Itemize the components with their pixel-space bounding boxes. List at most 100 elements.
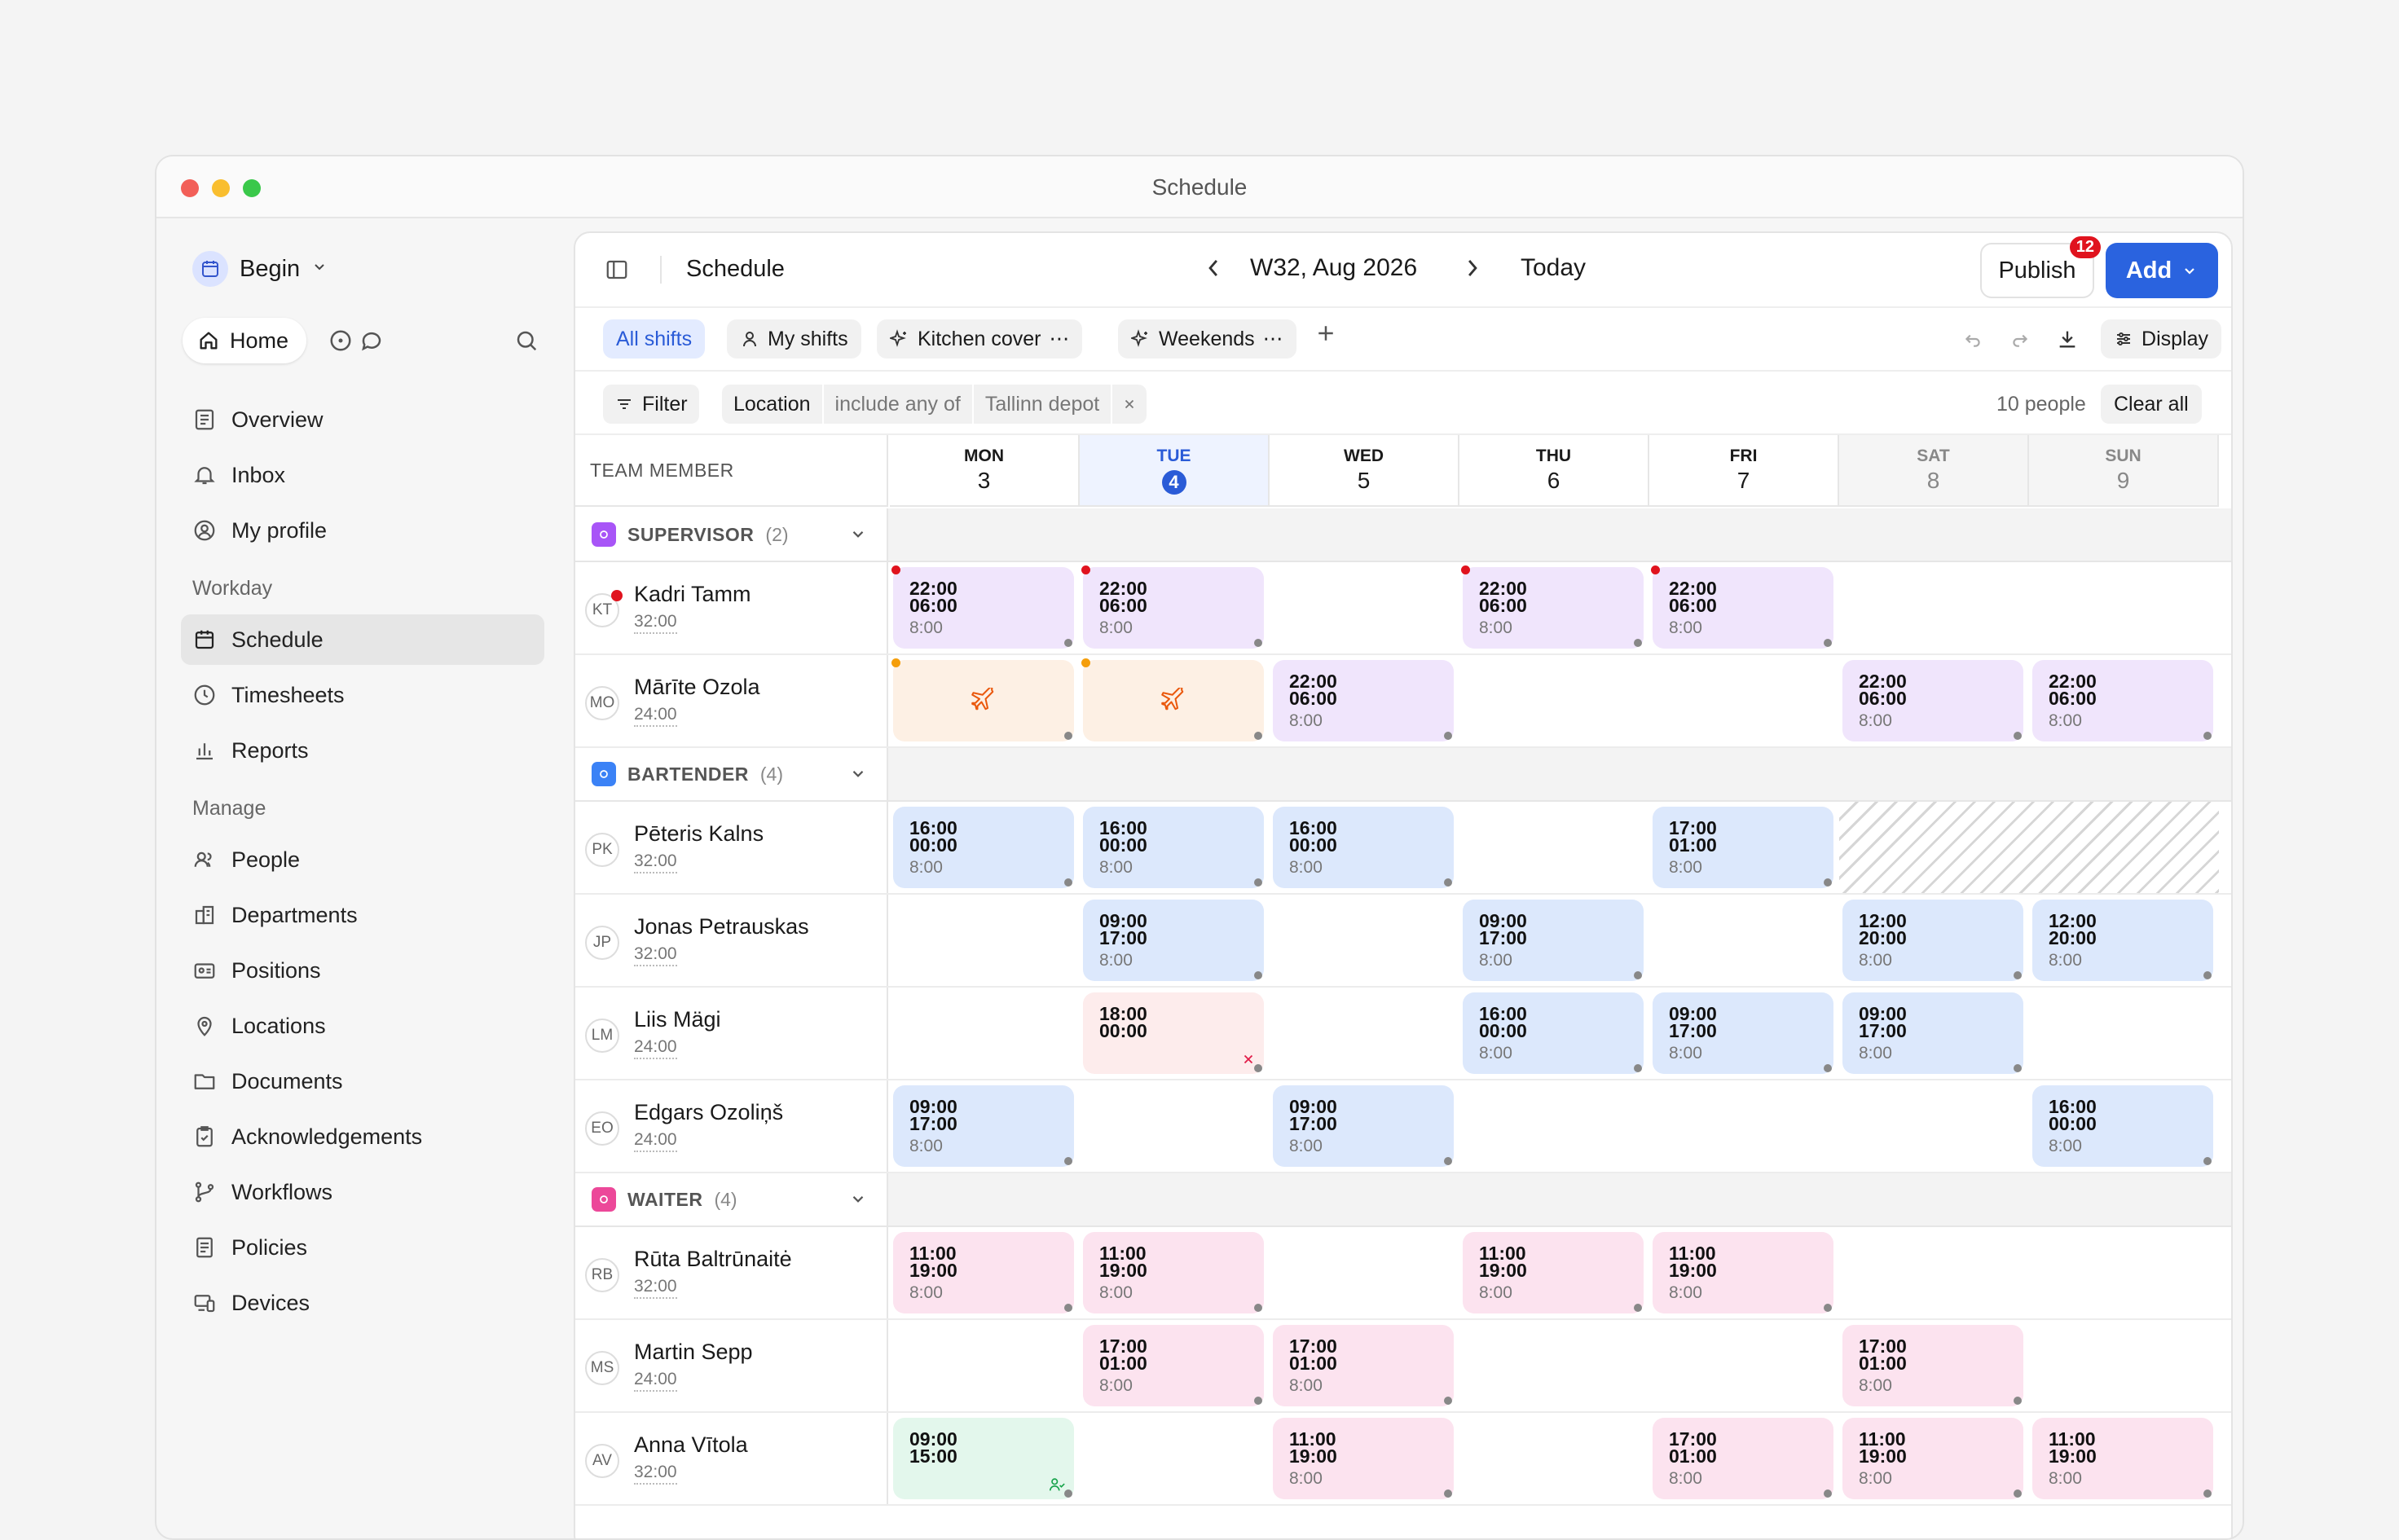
shift-block[interactable]: 22:00 06:00 8:00 — [2032, 660, 2213, 741]
tab-all-shifts[interactable]: All shifts — [603, 319, 706, 359]
resize-handle[interactable] — [2203, 1157, 2212, 1165]
shift-block[interactable]: 17:00 01:00 8:00 — [1273, 1325, 1454, 1406]
nav-inbox[interactable]: Inbox — [181, 450, 544, 500]
resize-handle[interactable] — [1064, 1489, 1072, 1498]
shift-block[interactable]: 12:00 20:00 8:00 — [2032, 900, 2213, 981]
resize-handle[interactable] — [2203, 1489, 2212, 1498]
shift-block[interactable]: 09:00 17:00 8:00 — [1083, 900, 1264, 981]
shift-block[interactable]: 09:00 17:00 8:00 — [893, 1085, 1074, 1167]
resize-handle[interactable] — [1064, 1304, 1072, 1312]
resize-handle[interactable] — [2014, 1397, 2022, 1405]
resize-handle[interactable] — [1634, 1064, 1642, 1072]
add-button[interactable]: Add — [2106, 243, 2218, 298]
team-member-cell[interactable]: MO Mārīte Ozola 24:00 — [575, 655, 888, 746]
nav-locations[interactable]: Locations — [181, 1001, 544, 1051]
home-button[interactable]: Home — [183, 318, 307, 363]
shift-block[interactable]: 17:00 01:00 8:00 — [1653, 1418, 1833, 1499]
chat-icon[interactable] — [359, 328, 385, 354]
redo-icon[interactable] — [2006, 319, 2034, 359]
more-icon[interactable]: ⋯ — [1049, 327, 1069, 351]
activity-icon[interactable] — [328, 328, 354, 354]
display-button[interactable]: Display — [2101, 319, 2221, 359]
shift-block[interactable]: 22:00 06:00 8:00 — [1081, 565, 1264, 649]
resize-handle[interactable] — [1254, 971, 1262, 979]
nav-positions[interactable]: Positions — [181, 945, 544, 996]
resize-handle[interactable] — [1444, 1489, 1452, 1498]
group-header[interactable]: BARTENDER (4) — [575, 748, 888, 800]
shift-block[interactable]: 09:00 17:00 8:00 — [1842, 992, 2023, 1074]
nav-documents[interactable]: Documents — [181, 1056, 544, 1107]
resize-handle[interactable] — [2014, 1064, 2022, 1072]
shift-block[interactable]: 09:00 17:00 8:00 — [1463, 900, 1644, 981]
day-header-tue[interactable]: TUE 4 — [1080, 435, 1270, 507]
shift-block[interactable]: 17:00 01:00 8:00 — [1083, 1325, 1264, 1406]
shift-block[interactable]: 18:00 00:00 — [1083, 992, 1264, 1074]
leave-block[interactable] — [1081, 658, 1264, 741]
day-header-thu[interactable]: THU 6 — [1459, 435, 1649, 507]
resize-handle[interactable] — [1254, 878, 1262, 887]
week-label[interactable]: W32, Aug 2026 — [1250, 254, 1417, 282]
resize-handle[interactable] — [2203, 732, 2212, 740]
shift-block[interactable]: 22:00 06:00 8:00 — [891, 565, 1074, 649]
previous-week-button[interactable] — [1203, 254, 1224, 288]
shift-block[interactable]: 16:00 00:00 8:00 — [2032, 1085, 2213, 1167]
day-header-fri[interactable]: FRI 7 — [1649, 435, 1839, 507]
resize-handle[interactable] — [1444, 1157, 1452, 1165]
next-week-button[interactable] — [1462, 254, 1483, 288]
shift-block[interactable]: 11:00 19:00 8:00 — [2032, 1418, 2213, 1499]
shift-block[interactable]: 12:00 20:00 8:00 — [1842, 900, 2023, 981]
shift-block[interactable]: 09:00 17:00 8:00 — [1653, 992, 1833, 1074]
nav-workflows[interactable]: Workflows — [181, 1167, 544, 1217]
resize-handle[interactable] — [1254, 1064, 1262, 1072]
tab-kitchen-cover[interactable]: Kitchen cover ⋯ — [877, 319, 1083, 359]
nav-reports[interactable]: Reports — [181, 725, 544, 776]
group-header[interactable]: WAITER (4) — [575, 1173, 888, 1225]
shift-block[interactable]: 16:00 00:00 8:00 — [1463, 992, 1644, 1074]
team-member-cell[interactable]: LM Liis Mägi 24:00 — [575, 988, 888, 1079]
resize-handle[interactable] — [1254, 639, 1262, 647]
shift-block[interactable]: 09:00 15:00 — [893, 1418, 1074, 1499]
resize-handle[interactable] — [1254, 732, 1262, 740]
day-header-mon[interactable]: MON 3 — [890, 435, 1080, 507]
nav-my-profile[interactable]: My profile — [181, 505, 544, 556]
nav-overview[interactable]: Overview — [181, 394, 544, 445]
shift-block[interactable]: 16:00 00:00 8:00 — [1083, 807, 1264, 888]
shift-block[interactable]: 09:00 17:00 8:00 — [1273, 1085, 1454, 1167]
publish-button[interactable]: Publish 12 — [1980, 236, 2101, 298]
shift-block[interactable]: 11:00 19:00 8:00 — [1083, 1232, 1264, 1313]
undo-icon[interactable] — [1959, 319, 1987, 359]
day-header-wed[interactable]: WED 5 — [1270, 435, 1459, 507]
resize-handle[interactable] — [2203, 971, 2212, 979]
shift-block[interactable]: 11:00 19:00 8:00 — [1653, 1232, 1833, 1313]
team-member-cell[interactable]: PK Pēteris Kalns 32:00 — [575, 802, 888, 893]
tab-my-shifts[interactable]: My shifts — [727, 319, 861, 359]
resize-handle[interactable] — [1824, 639, 1832, 647]
resize-handle[interactable] — [1444, 878, 1452, 887]
resize-handle[interactable] — [1444, 732, 1452, 740]
filter-field[interactable]: Location — [722, 385, 824, 424]
nav-timesheets[interactable]: Timesheets — [181, 670, 544, 720]
leave-block[interactable] — [891, 658, 1074, 741]
shift-block[interactable]: 22:00 06:00 8:00 — [1461, 565, 1644, 649]
tab-weekends[interactable]: Weekends ⋯ — [1118, 319, 1296, 359]
resize-handle[interactable] — [1254, 1304, 1262, 1312]
resize-handle[interactable] — [2014, 732, 2022, 740]
resize-handle[interactable] — [1064, 878, 1072, 887]
chevron-down-icon[interactable] — [849, 764, 867, 786]
clear-all-button[interactable]: Clear all — [2101, 385, 2202, 424]
shift-block[interactable]: 11:00 19:00 8:00 — [1842, 1418, 2023, 1499]
resize-handle[interactable] — [1634, 1304, 1642, 1312]
shift-block[interactable]: 16:00 00:00 8:00 — [893, 807, 1074, 888]
shift-block[interactable]: 17:00 01:00 8:00 — [1653, 807, 1833, 888]
nav-departments[interactable]: Departments — [181, 890, 544, 940]
nav-devices[interactable]: Devices — [181, 1278, 544, 1328]
team-member-cell[interactable]: MS Martin Sepp 24:00 — [575, 1320, 888, 1411]
team-member-cell[interactable]: KT Kadri Tamm 32:00 — [575, 562, 888, 653]
shift-block[interactable]: 11:00 19:00 8:00 — [1273, 1418, 1454, 1499]
resize-handle[interactable] — [1824, 1304, 1832, 1312]
team-member-cell[interactable]: JP Jonas Petrauskas 32:00 — [575, 895, 888, 986]
group-header[interactable]: SUPERVISOR (2) — [575, 508, 888, 561]
add-view-button[interactable] — [1314, 321, 1338, 353]
nav-policies[interactable]: Policies — [181, 1222, 544, 1273]
resize-handle[interactable] — [2014, 971, 2022, 979]
